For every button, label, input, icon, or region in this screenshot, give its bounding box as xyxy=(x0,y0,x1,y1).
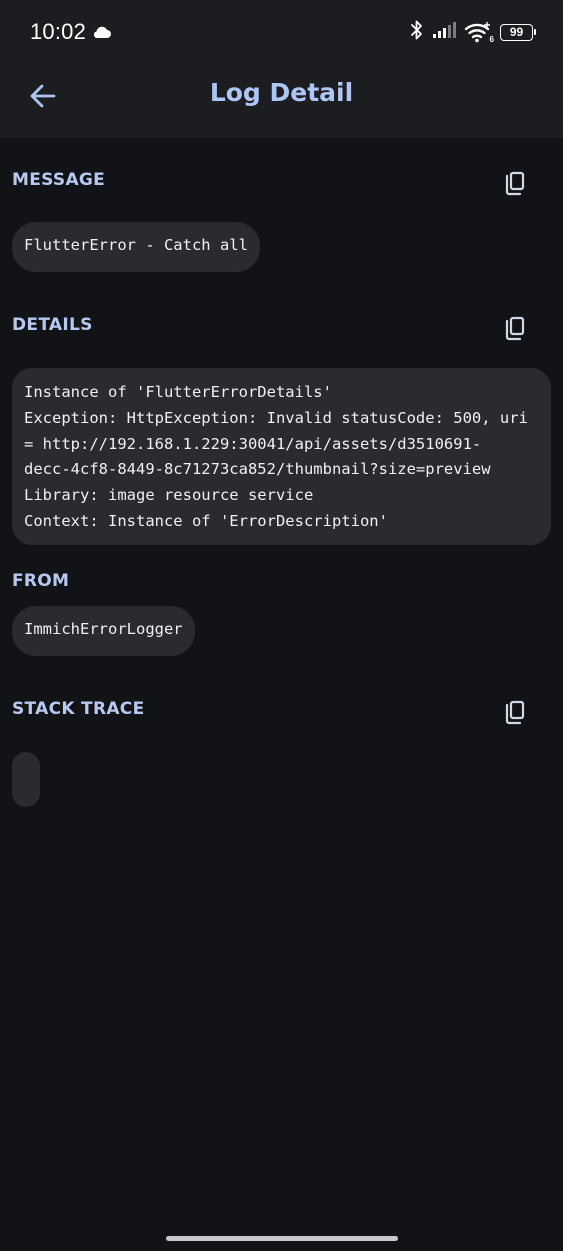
status-time: 10:02 xyxy=(30,19,87,44)
log-detail-screen: 10:02 6 99 Log Detail MESSAGE FlutterErr… xyxy=(0,0,563,1251)
from-section-title: FROM xyxy=(12,571,70,591)
details-line: = http://192.168.1.229:30041/api/assets/… xyxy=(24,434,482,453)
from-value: ImmichErrorLogger xyxy=(12,606,195,656)
copy-details-button[interactable] xyxy=(494,310,536,352)
wifi-badge: 6 xyxy=(489,35,494,44)
app-bar: Log Detail xyxy=(0,62,563,138)
copy-icon xyxy=(503,700,527,730)
copy-message-button[interactable] xyxy=(494,165,536,207)
details-line: Exception: HttpException: Invalid status… xyxy=(24,408,528,427)
copy-icon xyxy=(503,171,527,201)
battery-icon: 99 xyxy=(500,23,536,41)
message-section-title: MESSAGE xyxy=(12,170,106,190)
stack-trace-value xyxy=(12,752,40,807)
status-bar: 10:02 6 99 xyxy=(0,0,563,62)
message-value: FlutterError - Catch all xyxy=(12,222,260,272)
details-line: Library: image resource service xyxy=(24,486,314,505)
cloud-icon xyxy=(92,24,112,43)
copy-stack-trace-button[interactable] xyxy=(494,694,536,736)
bluetooth-icon xyxy=(410,19,424,45)
home-indicator[interactable] xyxy=(166,1236,398,1241)
wifi-icon: 6 xyxy=(464,21,494,44)
page-title: Log Detail xyxy=(209,78,354,107)
stack-trace-section-title: STACK TRACE xyxy=(12,699,145,719)
status-icons: 6 99 xyxy=(410,19,536,45)
details-line: decc-4cf8-8449-8c71273ca852/thumbnail?si… xyxy=(24,460,491,479)
battery-level: 99 xyxy=(509,25,524,39)
copy-icon xyxy=(503,316,527,346)
details-line: Context: Instance of 'ErrorDescription' xyxy=(24,511,388,530)
details-value: Instance of 'FlutterErrorDetails' Except… xyxy=(12,368,551,545)
details-section-title: DETAILS xyxy=(12,315,93,335)
signal-icon xyxy=(432,21,456,43)
details-line: Instance of 'FlutterErrorDetails' xyxy=(24,383,332,401)
